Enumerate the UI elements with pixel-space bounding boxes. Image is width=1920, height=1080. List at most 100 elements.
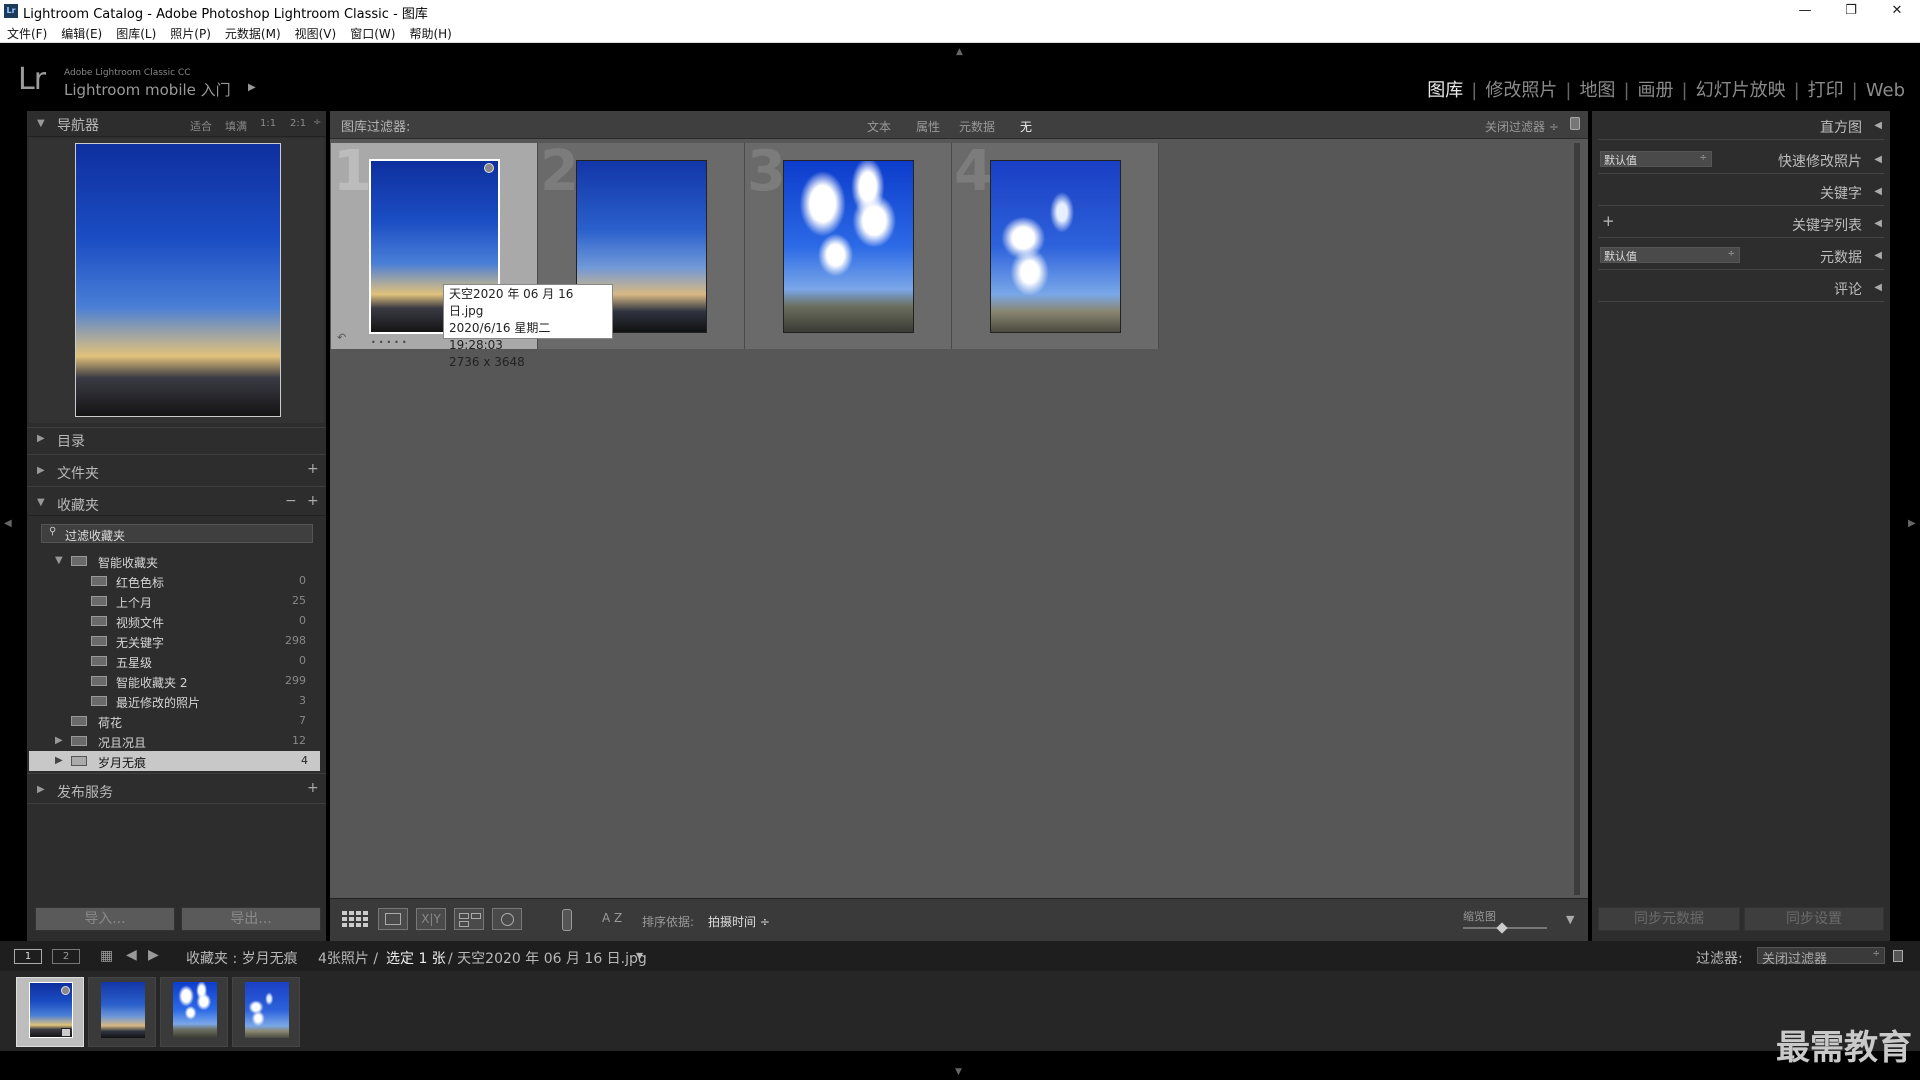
- toolbar-options-icon[interactable]: ▼: [1566, 913, 1574, 926]
- quick-develop-preset-dropdown[interactable]: 默认值 ÷: [1600, 151, 1712, 167]
- list-item[interactable]: 上个月 25: [27, 591, 320, 611]
- smart-collections-group[interactable]: ▼ 智能收藏夹: [27, 551, 320, 571]
- grid-view-icon[interactable]: [340, 908, 370, 930]
- photo-thumbnail[interactable]: [990, 160, 1121, 333]
- right-panel-toggle-icon[interactable]: ▶: [1908, 518, 1916, 529]
- filmstrip-toggle-icon[interactable]: ▼: [955, 1067, 962, 1077]
- grid-cell[interactable]: 4: [952, 139, 1159, 349]
- close-button[interactable]: ✕: [1874, 0, 1920, 22]
- list-item[interactable]: 视频文件 0: [27, 611, 320, 631]
- menu-view[interactable]: 视图(V): [288, 22, 344, 42]
- filter-lock-icon[interactable]: [1893, 950, 1903, 962]
- keyword-list-title[interactable]: 关键字列表: [1792, 215, 1862, 235]
- remove-collection-icon[interactable]: −: [285, 493, 297, 509]
- keyword-list-expand-icon[interactable]: ◀: [1874, 218, 1882, 229]
- add-keyword-icon[interactable]: +: [1602, 212, 1615, 230]
- secondary-window-button[interactable]: 2: [52, 949, 80, 964]
- survey-view-icon[interactable]: [454, 908, 484, 930]
- keywording-title[interactable]: 关键字: [1820, 183, 1862, 203]
- publish-title[interactable]: 发布服务: [57, 782, 113, 802]
- menu-file[interactable]: 文件(F): [0, 22, 54, 42]
- mobile-link[interactable]: Lightroom mobile 入门: [64, 79, 231, 100]
- menu-window[interactable]: 窗口(W): [343, 22, 402, 42]
- zoom-dropdown-icon[interactable]: ÷: [313, 117, 321, 128]
- add-publish-icon[interactable]: +: [307, 780, 319, 796]
- grid-icon[interactable]: ▦: [100, 948, 113, 964]
- filter-metadata[interactable]: 元数据: [959, 118, 995, 135]
- filmstrip-thumbnail[interactable]: [232, 977, 300, 1047]
- back-arrow-icon[interactable]: ◀: [126, 947, 137, 963]
- collections-title[interactable]: 收藏夹: [57, 495, 99, 515]
- zoom-fit[interactable]: 适合: [190, 118, 212, 134]
- rating-stars[interactable]: •••••: [371, 338, 410, 347]
- people-view-icon[interactable]: [492, 908, 522, 930]
- publish-expand-icon[interactable]: ▶: [37, 784, 45, 795]
- compare-view-icon[interactable]: X|Y: [416, 908, 446, 930]
- spray-can-icon[interactable]: [562, 909, 572, 931]
- filmstrip-thumbnail[interactable]: [160, 977, 228, 1047]
- zoom-fill[interactable]: 填满: [225, 118, 247, 134]
- folders-title[interactable]: 文件夹: [57, 463, 99, 483]
- add-collection-icon[interactable]: +: [307, 493, 319, 509]
- filmstrip-thumbnail[interactable]: [16, 977, 84, 1047]
- module-book[interactable]: 画册: [1638, 80, 1674, 101]
- filename-dropdown-icon[interactable]: ▾: [636, 948, 643, 964]
- menu-metadata[interactable]: 元数据(M): [218, 22, 288, 42]
- module-library[interactable]: 图库: [1427, 80, 1463, 101]
- expand-icon[interactable]: ▶: [55, 735, 63, 746]
- import-button[interactable]: 导入...: [35, 907, 175, 931]
- metadata-preset-dropdown[interactable]: 默认值 ÷: [1600, 247, 1740, 263]
- comments-expand-icon[interactable]: ◀: [1874, 282, 1882, 293]
- folders-expand-icon[interactable]: ▶: [37, 465, 45, 476]
- quick-collection-icon[interactable]: [484, 163, 494, 173]
- filter-presets-dropdown[interactable]: 关闭过滤器 ÷: [1485, 118, 1559, 135]
- metadata-title[interactable]: 元数据: [1820, 247, 1862, 267]
- sort-direction-icon[interactable]: A Z: [602, 911, 622, 925]
- rotate-left-icon[interactable]: ↶: [337, 331, 346, 344]
- module-web[interactable]: Web: [1866, 80, 1905, 101]
- restore-button[interactable]: ❐: [1828, 0, 1874, 22]
- histogram-title[interactable]: 直方图: [1820, 117, 1862, 137]
- filmstrip-filter-dropdown[interactable]: 关闭过滤器 ÷: [1757, 947, 1885, 967]
- menu-library[interactable]: 图库(L): [109, 22, 163, 42]
- module-develop[interactable]: 修改照片: [1485, 80, 1557, 101]
- add-folder-icon[interactable]: +: [307, 461, 319, 477]
- sync-metadata-button[interactable]: 同步元数据: [1598, 907, 1740, 931]
- keywording-expand-icon[interactable]: ◀: [1874, 186, 1882, 197]
- source-label[interactable]: 收藏夹 : 岁月无痕: [186, 948, 298, 968]
- filmstrip-thumbnail[interactable]: [88, 977, 156, 1047]
- list-item[interactable]: 智能收藏夹 2 299: [27, 671, 320, 691]
- expand-icon[interactable]: ▼: [55, 555, 63, 566]
- forward-arrow-icon[interactable]: ▶: [148, 947, 159, 963]
- filter-attribute[interactable]: 属性: [916, 118, 940, 135]
- list-item[interactable]: ▶ 况且况且 12: [27, 731, 320, 751]
- list-item-selected[interactable]: ▶ 岁月无痕 4: [29, 751, 320, 771]
- list-item[interactable]: 五星级 0: [27, 651, 320, 671]
- primary-window-button[interactable]: 1: [14, 949, 42, 964]
- quick-develop-expand-icon[interactable]: ◀: [1874, 154, 1882, 165]
- catalog-title[interactable]: 目录: [57, 431, 85, 451]
- module-slideshow[interactable]: 幻灯片放映: [1696, 80, 1786, 101]
- catalog-expand-icon[interactable]: ▶: [37, 433, 45, 444]
- list-item[interactable]: 无关键字 298: [27, 631, 320, 651]
- menu-help[interactable]: 帮助(H): [402, 22, 458, 42]
- module-print[interactable]: 打印: [1808, 80, 1844, 101]
- comments-title[interactable]: 评论: [1834, 279, 1862, 299]
- menu-edit[interactable]: 编辑(E): [54, 22, 109, 42]
- filter-none[interactable]: 无: [1020, 118, 1032, 135]
- grid-scrollbar[interactable]: [1574, 143, 1580, 895]
- loupe-view-icon[interactable]: [378, 908, 408, 930]
- top-panel-toggle-icon[interactable]: ▲: [956, 47, 963, 57]
- filter-text[interactable]: 文本: [867, 118, 891, 135]
- navigator-collapse-icon[interactable]: ▼: [37, 118, 45, 129]
- zoom-1-1[interactable]: 1:1: [260, 118, 276, 129]
- photo-thumbnail[interactable]: [783, 160, 914, 333]
- metadata-expand-icon[interactable]: ◀: [1874, 250, 1882, 261]
- mobile-arrow-icon[interactable]: ▶: [248, 82, 256, 93]
- sync-settings-button[interactable]: 同步设置: [1744, 907, 1884, 931]
- list-item[interactable]: 荷花 7: [27, 711, 320, 731]
- list-item[interactable]: 最近修改的照片 3: [27, 691, 320, 711]
- minimize-button[interactable]: —: [1782, 0, 1828, 22]
- quick-develop-title[interactable]: 快速修改照片: [1778, 151, 1862, 171]
- left-panel-toggle-icon[interactable]: ◀: [4, 518, 12, 529]
